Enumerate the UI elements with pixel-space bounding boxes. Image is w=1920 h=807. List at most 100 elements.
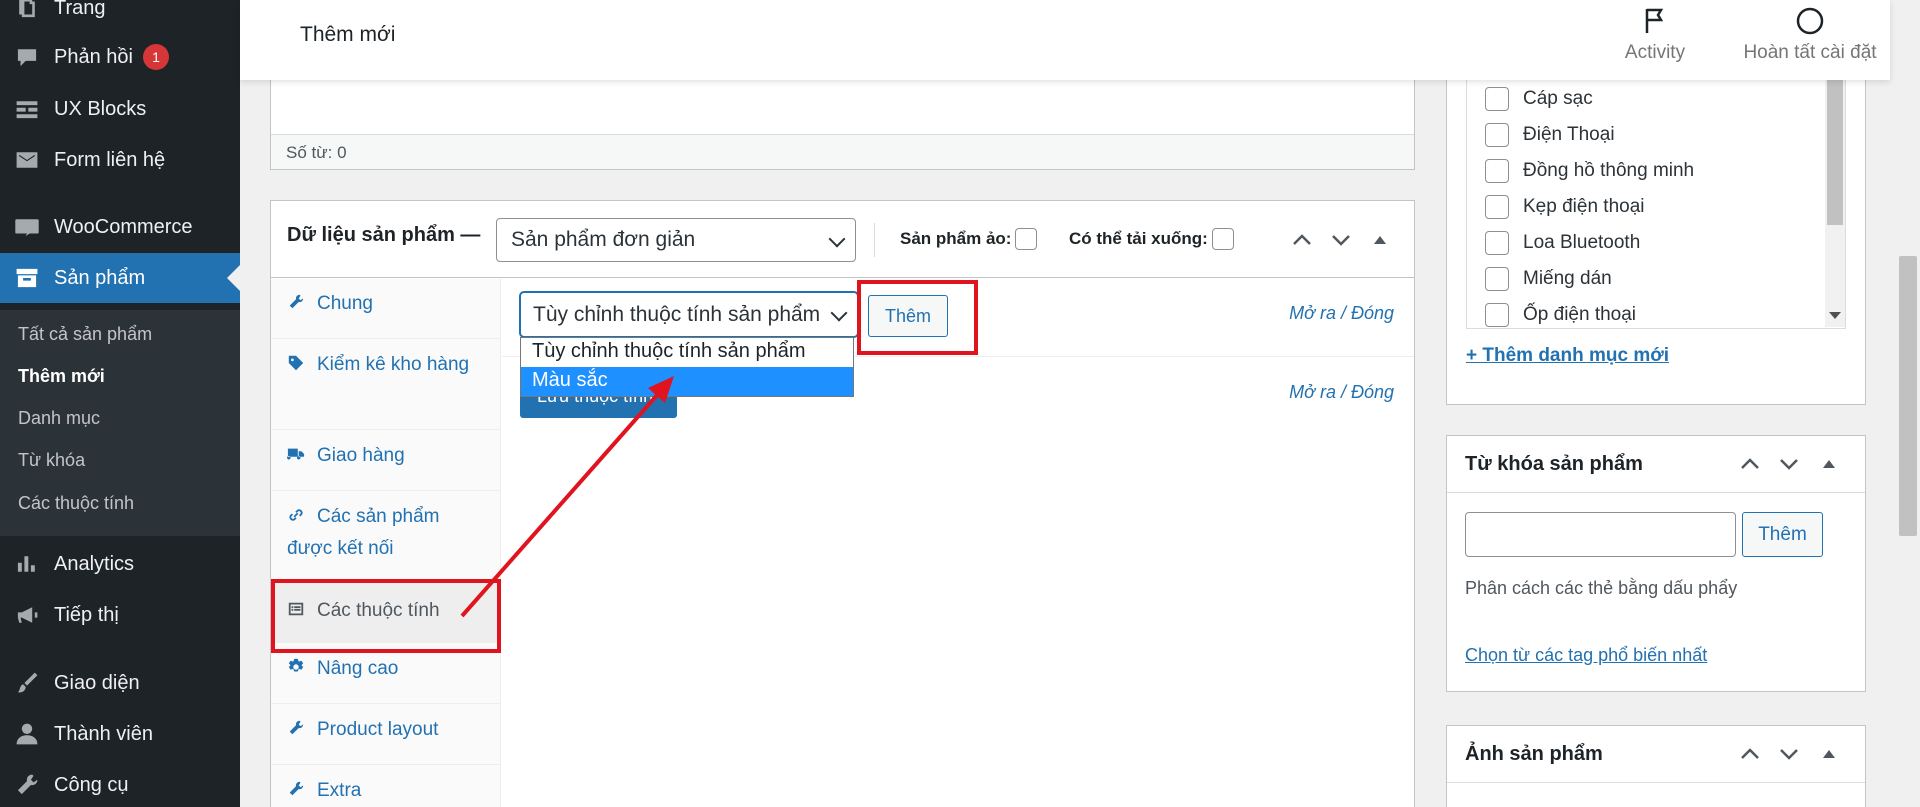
admin-sidebar: Trang Phản hồi 1 UX Blocks Form liên hệ … — [0, 0, 240, 807]
sidebar-item-analytics[interactable]: Analytics — [0, 539, 240, 589]
category-checkbox[interactable] — [1485, 267, 1509, 291]
sidebar-item-comments[interactable]: Phản hồi 1 — [0, 32, 240, 82]
move-up-button[interactable] — [1287, 225, 1317, 255]
sidebar-item-contact-form[interactable]: Form liên hệ — [0, 135, 240, 185]
tab-label: Product layout — [317, 719, 439, 740]
toggle-panel-button[interactable] — [1365, 225, 1395, 255]
tab-product-layout[interactable]: Product layout — [271, 705, 500, 765]
flag-icon — [1640, 6, 1670, 36]
expand-collapse-link[interactable]: Mở ra / Đóng — [1289, 303, 1394, 324]
add-tag-button[interactable]: Thêm — [1742, 512, 1823, 557]
sidebar-item-appearance[interactable]: Giao diện — [0, 658, 240, 708]
finish-setup-button[interactable]: Hoàn tất cài đặt — [1735, 6, 1885, 64]
category-scrollbar-thumb[interactable] — [1827, 79, 1843, 225]
header-divider — [874, 223, 875, 257]
sidebar-item-label: Form liên hệ — [54, 148, 166, 171]
page-scrollbar[interactable] — [1896, 0, 1920, 807]
wrench-icon — [12, 772, 42, 798]
chevron-down-icon — [828, 230, 846, 248]
scroll-down-arrow-icon[interactable] — [1829, 312, 1841, 319]
sidebar-item-products[interactable]: Sản phẩm — [0, 253, 240, 303]
gear-icon — [287, 656, 307, 686]
add-new-category-link[interactable]: + Thêm danh mục mới — [1466, 345, 1669, 367]
tab-inventory[interactable]: Kiểm kê kho hàng — [271, 340, 500, 430]
virtual-label: Sản phẩm ảo: — [900, 229, 1012, 248]
sidebar-item-pages[interactable]: Trang — [0, 0, 240, 33]
attribute-taxonomy-select[interactable]: Tùy chỉnh thuộc tính sản phẩm — [520, 292, 858, 337]
submenu-attributes[interactable]: Các thuộc tính — [18, 493, 134, 514]
sidebar-item-marketing[interactable]: Tiếp thị — [0, 590, 240, 640]
submenu-tags[interactable]: Từ khóa — [18, 450, 85, 471]
category-checkbox[interactable] — [1485, 231, 1509, 255]
chevron-up-icon — [1741, 748, 1759, 759]
product-type-value: Sản phẩm đơn giản — [511, 228, 696, 251]
chevron-down-icon — [1332, 235, 1350, 246]
downloadable-option[interactable]: Có thể tải xuống: — [1069, 228, 1234, 250]
category-item[interactable]: Loa Bluetooth — [1485, 231, 1640, 255]
category-checkbox[interactable] — [1485, 159, 1509, 183]
sidebar-item-label: Sản phẩm — [54, 266, 146, 289]
sidebar-item-users[interactable]: Thành viên — [0, 709, 240, 759]
tag-hint-text: Phân cách các thẻ bằng dấu phẩy — [1465, 578, 1738, 598]
dropdown-option-color[interactable]: Màu sắc — [521, 367, 853, 396]
submenu-add-new[interactable]: Thêm mới — [18, 366, 105, 387]
blocks-icon — [12, 96, 42, 122]
top-header-bar: Thêm mới Activity Hoàn tất cài đặt — [240, 0, 1890, 80]
virtual-checkbox[interactable] — [1015, 228, 1038, 250]
category-item[interactable]: Điện Thoại — [1485, 123, 1615, 147]
bar-chart-icon — [12, 551, 42, 577]
move-down-button[interactable] — [1774, 449, 1804, 479]
choose-popular-tags-link[interactable]: Chọn từ các tag phổ biến nhất — [1465, 645, 1707, 666]
category-checkbox[interactable] — [1485, 303, 1509, 327]
toggle-panel-button[interactable] — [1814, 739, 1844, 769]
sidebar-item-woocommerce[interactable]: WooCommerce — [0, 202, 240, 252]
category-list-scrollbar[interactable] — [1825, 51, 1845, 327]
sidebar-item-label: Trang — [54, 0, 106, 19]
category-checkbox[interactable] — [1485, 123, 1509, 147]
category-checkbox[interactable] — [1485, 195, 1509, 219]
page-scrollbar-thumb[interactable] — [1899, 256, 1917, 536]
move-down-button[interactable] — [1774, 739, 1804, 769]
category-label: Đồng hồ thông minh — [1523, 160, 1695, 181]
move-down-button[interactable] — [1326, 225, 1356, 255]
tab-linked-products[interactable]: Các sản phẩm được kết nối — [271, 492, 500, 582]
tab-general[interactable]: Chung — [271, 279, 500, 339]
highlight-attributes-tab — [271, 579, 501, 653]
downloadable-checkbox[interactable] — [1211, 228, 1234, 250]
category-label: Miếng dán — [1523, 268, 1612, 289]
category-item[interactable]: Miếng dán — [1485, 267, 1612, 291]
expand-collapse-link-2[interactable]: Mở ra / Đóng — [1289, 382, 1394, 403]
sidebar-item-label: UX Blocks — [54, 97, 147, 120]
sidebar-item-tools[interactable]: Công cụ — [0, 760, 240, 807]
category-item[interactable]: Ốp điện thoại — [1485, 303, 1636, 327]
category-checklist: Cáp sạc Điện Thoại Đồng hồ thông minh Kẹ… — [1466, 51, 1846, 329]
category-checkbox[interactable] — [1485, 87, 1509, 111]
sidebar-item-ux-blocks[interactable]: UX Blocks — [0, 84, 240, 134]
category-item[interactable]: Đồng hồ thông minh — [1485, 159, 1694, 183]
triangle-up-icon — [1374, 236, 1386, 244]
activity-button[interactable]: Activity — [1600, 6, 1710, 64]
move-up-button[interactable] — [1735, 449, 1765, 479]
box-header-divider — [1447, 782, 1865, 783]
category-item[interactable]: Cáp sạc — [1485, 87, 1593, 111]
brush-icon — [12, 670, 42, 696]
move-up-button[interactable] — [1735, 739, 1765, 769]
chevron-up-icon — [1741, 458, 1759, 469]
tab-shipping[interactable]: Giao hàng — [271, 431, 500, 491]
category-label: Loa Bluetooth — [1523, 232, 1641, 253]
tab-advanced[interactable]: Nâng cao — [271, 644, 500, 704]
tag-input[interactable] — [1465, 512, 1736, 557]
category-item[interactable]: Kẹp điện thoại — [1485, 195, 1645, 219]
circle-progress-icon — [1795, 6, 1825, 36]
product-data-header: Dữ liệu sản phẩm — Sản phẩm đơn giản Sản… — [271, 201, 1414, 278]
submenu-all-products[interactable]: Tất cả sản phẩm — [18, 324, 152, 345]
sidebar-item-label: Analytics — [54, 552, 135, 575]
dropdown-option-custom[interactable]: Tùy chỉnh thuộc tính sản phẩm — [521, 338, 853, 367]
submenu-categories[interactable]: Danh mục — [18, 408, 100, 429]
product-type-select[interactable]: Sản phẩm đơn giản — [496, 218, 856, 262]
toggle-panel-button[interactable] — [1814, 449, 1844, 479]
tab-extra[interactable]: Extra — [271, 766, 500, 807]
comment-count-badge: 1 — [142, 44, 169, 70]
virtual-option[interactable]: Sản phẩm ảo: — [900, 228, 1038, 250]
tab-label: Extra — [317, 780, 362, 801]
